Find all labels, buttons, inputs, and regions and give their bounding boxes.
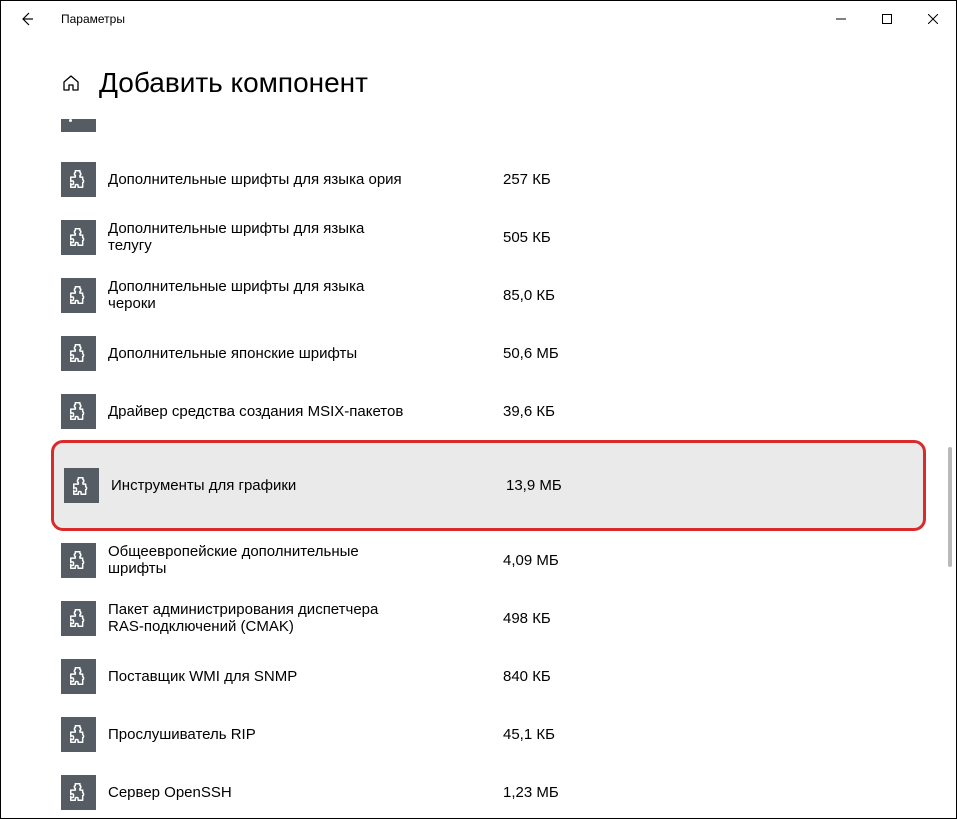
puzzle-icon [61,220,96,255]
feature-name: Дополнительные японские шрифты [108,345,357,362]
puzzle-icon [61,394,96,429]
feature-item[interactable]: Прослушиватель RIP 45,1 КБ [61,705,926,763]
puzzle-icon [61,278,96,313]
feature-name: Дополнительные шрифты для языка ория [108,171,402,188]
feature-name: Сервер OpenSSH [108,784,232,801]
feature-size: 50,6 МБ [503,345,559,362]
feature-size: 4,09 МБ [503,552,559,569]
feature-item[interactable]: Драйвер средства создания MSIX-пакетов 39… [61,382,926,440]
home-icon [61,73,81,93]
puzzle-icon [61,601,96,636]
back-button[interactable] [11,4,41,34]
close-icon [928,14,938,24]
window-title: Параметры [61,12,125,26]
page-title: Добавить компонент [99,67,368,99]
feature-item[interactable]: Поставщик WMI для SNMP 840 КБ [61,647,926,705]
puzzle-icon [61,162,96,197]
window-controls [818,3,956,35]
feature-name: Инструменты для графики [111,477,296,494]
minimize-icon [836,14,846,24]
feature-item[interactable]: Дополнительные шрифты для языка чероки 85… [61,266,926,324]
puzzle-icon [64,468,99,503]
feature-name: Прослушиватель RIP [108,726,256,743]
feature-item[interactable]: Сервер OpenSSH 1,23 МБ [61,763,926,811]
maximize-button[interactable] [864,3,910,35]
feature-name: Общеевропейские дополнительные шрифты [108,543,408,577]
feature-size: 840 КБ [503,668,551,685]
feature-name: Драйвер средства создания MSIX-пакетов [108,403,403,420]
partial-feature-icon [61,119,96,132]
scrollbar[interactable] [948,37,952,814]
page-header: Добавить компонент [1,37,956,119]
feature-item[interactable]: Общеевропейские дополнительные шрифты 4,0… [61,531,926,589]
close-button[interactable] [910,3,956,35]
feature-item[interactable]: Дополнительные японские шрифты 50,6 МБ [61,324,926,382]
feature-size: 1,23 МБ [503,784,559,801]
titlebar: Параметры [1,1,956,37]
puzzle-icon [61,336,96,371]
minimize-button[interactable] [818,3,864,35]
arrow-left-icon [18,11,34,27]
puzzle-icon [61,775,96,810]
feature-list: Дополнительные шрифты для языка ория 257 … [61,150,926,811]
scrollbar-thumb[interactable] [948,447,952,567]
feature-size: 85,0 КБ [503,287,555,304]
feature-size: 498 КБ [503,610,551,627]
feature-name: Дополнительные шрифты для языка чероки [108,278,408,312]
feature-item[interactable]: Пакет администрирования диспетчера RAS-п… [61,589,926,647]
feature-size: 505 КБ [503,229,551,246]
feature-name: Поставщик WMI для SNMP [108,668,297,685]
feature-item[interactable]: Дополнительные шрифты для языка ория 257 … [61,150,926,208]
feature-name: Дополнительные шрифты для языка телугу [108,220,408,254]
feature-name: Пакет администрирования диспетчера RAS-п… [108,601,408,635]
content-area: Дополнительные шрифты для языка ория 257 … [1,119,956,811]
titlebar-left: Параметры [11,4,125,34]
feature-size: 39,6 КБ [503,403,555,420]
feature-size: 257 КБ [503,171,551,188]
feature-item[interactable]: Дополнительные шрифты для языка телугу 50… [61,208,926,266]
maximize-icon [882,14,892,24]
feature-item[interactable]: Инструменты для графики 13,9 МБ [51,440,926,531]
feature-size: 45,1 КБ [503,726,555,743]
feature-size: 13,9 МБ [506,477,562,494]
home-button[interactable] [61,73,81,93]
puzzle-icon [61,543,96,578]
puzzle-icon [61,717,96,752]
puzzle-icon [61,659,96,694]
